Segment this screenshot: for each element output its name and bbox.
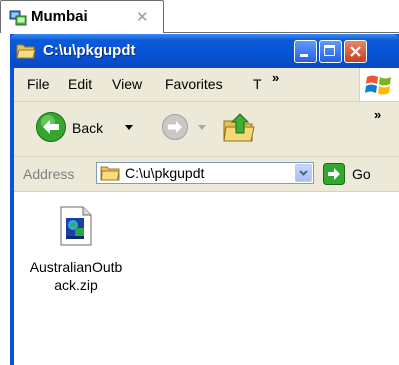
tabstrip-divider [164,32,399,33]
session-close-icon[interactable]: ✕ [136,8,149,26]
menu-favorites[interactable]: Favorites [165,76,223,92]
menu-bar: File Edit View Favorites T » [14,68,399,102]
windows-flag-icon [365,75,391,95]
menu-view[interactable]: View [112,76,142,92]
menu-file[interactable]: File [27,76,50,92]
zip-file-icon [60,206,92,246]
file-item[interactable]: AustralianOutback.zip [26,206,126,294]
maximize-button[interactable] [319,40,342,63]
up-folder-icon[interactable] [222,111,256,145]
standard-toolbar: Back » [14,102,399,157]
toolbar-overflow-chevron[interactable]: » [374,107,381,122]
address-input[interactable]: C:\u\pkgupdt [96,162,314,184]
menu-edit[interactable]: Edit [68,76,92,92]
remote-computer-icon [9,10,27,26]
windows-logo [359,68,399,101]
back-button-label[interactable]: Back [72,120,103,136]
address-bar: Address C:\u\pkgupdt Go [14,157,399,192]
folder-open-icon [16,44,36,59]
address-label: Address [23,166,75,182]
folder-icon [100,166,120,181]
title-bar[interactable]: C:\u\pkgupdt [10,34,399,68]
minimize-button[interactable] [294,40,317,63]
chevron-down-icon [299,170,308,176]
address-dropdown-button[interactable] [295,164,312,182]
session-tab-label: Mumbai [31,8,88,25]
close-button[interactable] [344,40,367,63]
address-value: C:\u\pkgupdt [125,165,205,181]
session-tab[interactable]: Mumbai ✕ [0,0,164,33]
back-arrow-icon[interactable] [35,111,67,143]
explorer-window: C:\u\pkgupdt File Edit View Favorites T … [10,34,399,365]
menubar-overflow-chevron[interactable]: » [272,70,279,85]
menu-tools[interactable]: T [253,76,262,92]
close-icon [350,46,361,57]
forward-arrow-icon[interactable] [161,113,189,141]
go-button-label[interactable]: Go [352,166,371,182]
window-client: File Edit View Favorites T » Back » Addr… [14,68,399,365]
back-dropdown-icon[interactable] [125,125,133,130]
window-title: C:\u\pkgupdt [43,42,136,59]
forward-dropdown-icon[interactable] [198,125,206,130]
file-name: AustralianOutback.zip [29,259,123,293]
go-arrow-icon[interactable] [323,163,345,185]
folder-content: AustralianOutback.zip [14,192,399,365]
